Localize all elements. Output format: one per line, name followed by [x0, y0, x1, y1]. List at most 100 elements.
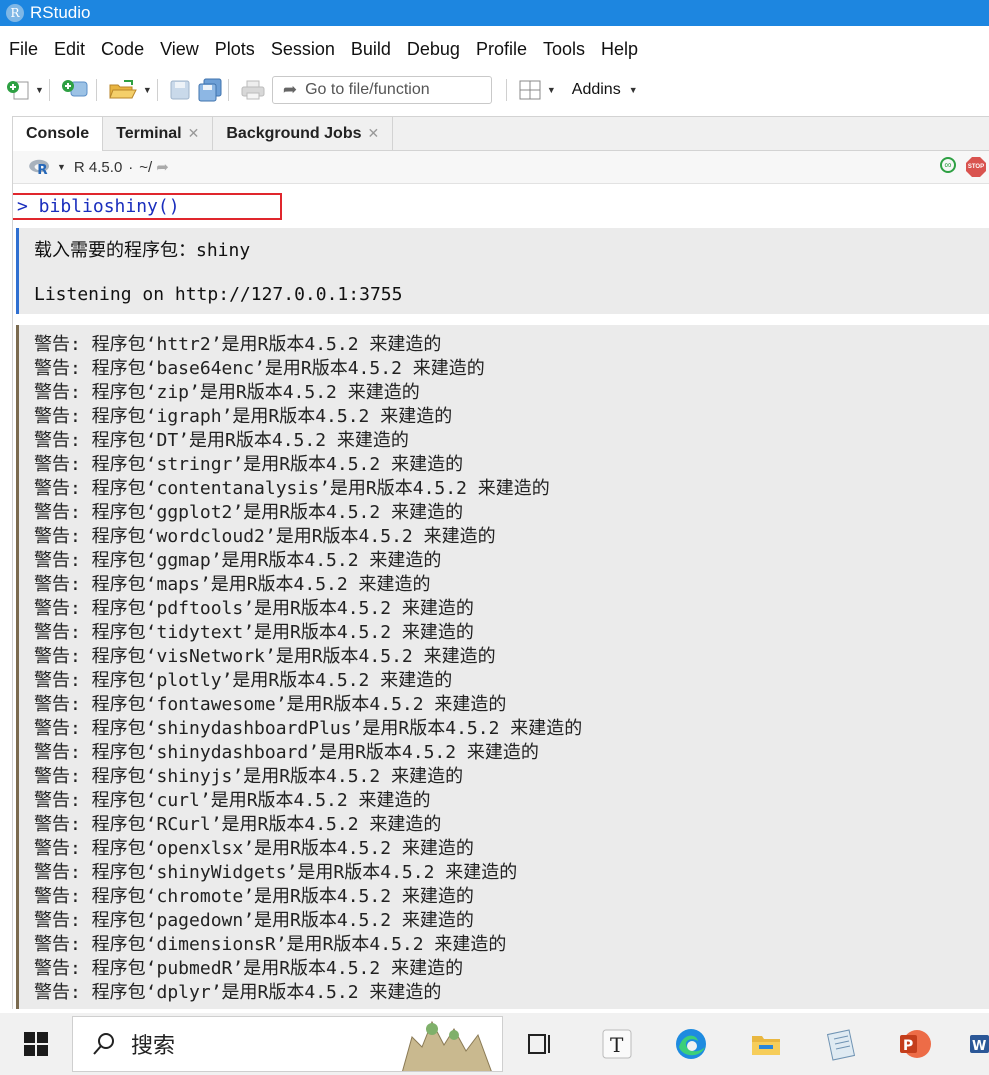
- svg-text:R: R: [37, 162, 48, 176]
- warning-line: 警告: 程序包‘dimensionsR’是用R版本4.5.2 来建造的: [34, 934, 507, 955]
- search-icon: [93, 1033, 114, 1055]
- close-icon[interactable]: ✕: [368, 125, 380, 142]
- warning-line: 警告: 程序包‘shinydashboard’是用R版本4.5.2 来建造的: [34, 742, 539, 763]
- print-icon: [241, 80, 265, 100]
- go-to-file-input[interactable]: ➦ Go to file/function: [271, 76, 492, 104]
- warning-line: 警告: 程序包‘openxlsx’是用R版本4.5.2 来建造的: [34, 838, 474, 859]
- menu-tools[interactable]: Tools: [535, 26, 593, 72]
- taskbar-search-box[interactable]: 搜索: [72, 1016, 503, 1072]
- r-language-icon[interactable]: R: [27, 158, 53, 176]
- command-text: > biblioshiny(): [17, 196, 180, 217]
- menu-session[interactable]: Session: [263, 26, 343, 72]
- warning-line: 警告: 程序包‘shinyjs’是用R版本4.5.2 来建造的: [34, 766, 464, 787]
- message-line: Listening on http://127.0.0.1:3755: [34, 284, 403, 305]
- save-all-button[interactable]: [197, 75, 223, 105]
- addins-label: Addins: [571, 81, 621, 98]
- toolbar-divider: [505, 79, 507, 101]
- menu-edit[interactable]: Edit: [46, 26, 93, 72]
- open-file-button[interactable]: ▼: [108, 75, 152, 105]
- go-to-file-placeholder: Go to file/function: [305, 81, 430, 98]
- pane-tabs: Console Terminal ✕ Background Jobs ✕: [13, 117, 989, 151]
- save-button[interactable]: [169, 75, 191, 105]
- menu-bar: File Edit Code View Plots Session Build …: [0, 26, 989, 72]
- menu-help[interactable]: Help: [593, 26, 646, 72]
- warning-line: 警告: 程序包‘igraph’是用R版本4.5.2 来建造的: [34, 406, 453, 427]
- new-project-button[interactable]: [61, 75, 91, 105]
- chevron-down-icon[interactable]: ▼: [547, 85, 556, 95]
- tab-terminal[interactable]: Terminal ✕: [103, 117, 214, 150]
- stop-icon[interactable]: STOP: [966, 157, 986, 177]
- save-icon: [170, 80, 190, 100]
- warning-line: 警告: 程序包‘ggmap’是用R版本4.5.2 来建造的: [34, 550, 442, 571]
- warning-line: 警告: 程序包‘wordcloud2’是用R版本4.5.2 来建造的: [34, 526, 496, 547]
- message-block: 载入需要的程序包：shiny Listening on http://127.0…: [16, 228, 989, 314]
- tab-label: Terminal: [116, 124, 182, 142]
- toolbar-divider: [48, 79, 50, 101]
- file-explorer-icon[interactable]: [749, 1027, 783, 1061]
- warning-line: 警告: 程序包‘contentanalysis’是用R版本4.5.2 来建造的: [34, 478, 550, 499]
- toolbar-divider: [227, 79, 229, 101]
- tab-background-jobs[interactable]: Background Jobs ✕: [213, 117, 394, 150]
- menu-build[interactable]: Build: [343, 26, 399, 72]
- console-pane: Console Terminal ✕ Background Jobs ✕ R ▼…: [12, 116, 989, 1009]
- chevron-down-icon[interactable]: ▼: [57, 162, 66, 172]
- menu-plots[interactable]: Plots: [207, 26, 263, 72]
- word-icon[interactable]: W: [968, 1027, 989, 1061]
- warning-line: 警告: 程序包‘tidytext’是用R版本4.5.2 来建造的: [34, 622, 474, 643]
- close-icon[interactable]: ✕: [188, 125, 200, 142]
- menu-code[interactable]: Code: [93, 26, 152, 72]
- text-app-icon[interactable]: T: [600, 1027, 634, 1061]
- warning-line: 警告: 程序包‘RCurl’是用R版本4.5.2 来建造的: [34, 814, 442, 835]
- warning-line: 警告: 程序包‘DT’是用R版本4.5.2 来建造的: [34, 430, 409, 451]
- chevron-down-icon[interactable]: ▼: [35, 85, 44, 95]
- warning-line: 警告: 程序包‘curl’是用R版本4.5.2 来建造的: [34, 790, 431, 811]
- powerpoint-letter: P: [903, 1038, 913, 1054]
- windows-start-icon[interactable]: [24, 1032, 48, 1056]
- addins-button[interactable]: Addins ▼: [562, 75, 638, 105]
- menu-view[interactable]: View: [152, 26, 207, 72]
- warning-block: 警告: 程序包‘httr2’是用R版本4.5.2 来建造的 警告: 程序包‘ba…: [16, 325, 989, 1009]
- pane-layout-button[interactable]: ▼: [518, 75, 556, 105]
- warning-line: 警告: 程序包‘pubmedR’是用R版本4.5.2 来建造的: [34, 958, 464, 979]
- go-to-directory-icon[interactable]: ➦: [156, 158, 169, 176]
- search-label: 搜索: [131, 1033, 176, 1058]
- chevron-down-icon[interactable]: ▼: [143, 85, 152, 95]
- console-header: R ▼ R 4.5.0 · ~/ ➦ ∞ STOP: [13, 151, 989, 184]
- message-line: 载入需要的程序包：shiny: [34, 240, 251, 261]
- notepad-icon[interactable]: [824, 1027, 858, 1061]
- new-file-button[interactable]: ▼: [6, 75, 44, 105]
- tab-label: Background Jobs: [226, 124, 362, 142]
- warning-line: 警告: 程序包‘httr2’是用R版本4.5.2 来建造的: [34, 334, 442, 355]
- r-version-label: R 4.5.0: [73, 158, 123, 176]
- task-view-icon[interactable]: [523, 1027, 557, 1061]
- word-letter: W: [972, 1039, 986, 1054]
- warning-line: 警告: 程序包‘plotly’是用R版本4.5.2 来建造的: [34, 670, 453, 691]
- clear-console-icon[interactable]: ∞: [940, 157, 956, 173]
- chevron-down-icon: ▼: [628, 85, 638, 95]
- working-directory[interactable]: ~/: [139, 159, 152, 176]
- window-title: RStudio: [30, 3, 91, 22]
- menu-debug[interactable]: Debug: [399, 26, 468, 72]
- arrow-right-icon: ➦: [282, 80, 298, 99]
- print-button[interactable]: [240, 75, 266, 105]
- warning-line: 警告: 程序包‘fontawesome’是用R版本4.5.2 来建造的: [34, 694, 507, 715]
- text-app-letter: T: [610, 1033, 624, 1057]
- powerpoint-icon[interactable]: P: [898, 1027, 932, 1061]
- warning-line: 警告: 程序包‘ggplot2’是用R版本4.5.2 来建造的: [34, 502, 464, 523]
- rstudio-app-icon: R: [6, 4, 24, 22]
- menu-profile[interactable]: Profile: [468, 26, 535, 72]
- save-all-icon: [198, 78, 222, 102]
- header-separator: ·: [128, 158, 134, 176]
- warning-line: 警告: 程序包‘dplyr’是用R版本4.5.2 来建造的: [34, 982, 442, 1003]
- warning-line: 警告: 程序包‘maps’是用R版本4.5.2 来建造的: [34, 574, 431, 595]
- menu-file[interactable]: File: [0, 26, 46, 72]
- toolbar-divider: [95, 79, 97, 101]
- new-project-icon: [61, 80, 88, 97]
- title-bar: R RStudio: [0, 0, 989, 26]
- warning-line: 警告: 程序包‘pdftools’是用R版本4.5.2 来建造的: [34, 598, 474, 619]
- warning-line: 警告: 程序包‘base64enc’是用R版本4.5.2 来建造的: [34, 358, 485, 379]
- tab-console[interactable]: Console: [13, 117, 104, 151]
- edge-browser-icon[interactable]: [674, 1027, 708, 1061]
- warning-line: 警告: 程序包‘shinydashboardPlus’是用R版本4.5.2 来建…: [34, 718, 583, 739]
- warning-line: 警告: 程序包‘chromote’是用R版本4.5.2 来建造的: [34, 886, 474, 907]
